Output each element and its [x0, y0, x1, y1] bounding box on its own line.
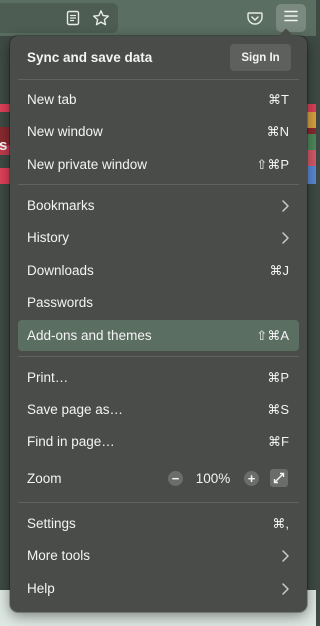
menu-item-label: Bookmarks — [27, 198, 95, 213]
fullscreen-icon — [273, 472, 285, 484]
menu-item-shortcut: ⌘T — [268, 92, 289, 107]
menu-item-label: New private window — [27, 157, 148, 172]
pocket-icon[interactable] — [246, 9, 264, 27]
hamburger-menu-button[interactable] — [276, 4, 306, 32]
page-edge-text: s — [0, 137, 8, 154]
separator — [18, 502, 299, 503]
menu-item-new-window[interactable]: New window ⌘N — [18, 116, 299, 147]
fullscreen-button[interactable] — [270, 469, 288, 487]
menu-item-label: Print… — [27, 370, 69, 385]
sync-header: Sync and save data Sign In — [10, 36, 307, 80]
chevron-right-icon — [279, 199, 291, 213]
zoom-label: Zoom — [27, 471, 62, 486]
menu-item-new-tab[interactable]: New tab ⌘T — [18, 84, 299, 115]
menu-item-label: Find in page… — [27, 434, 115, 449]
menu-item-shortcut: ⌘J — [269, 263, 290, 278]
menu-item-shortcut: ⌘P — [267, 370, 289, 385]
chevron-right-icon — [279, 231, 291, 245]
separator — [18, 184, 299, 185]
menu-item-history[interactable]: History — [18, 222, 299, 253]
menu-item-more-tools[interactable]: More tools — [18, 540, 299, 571]
zoom-in-button[interactable]: + — [244, 471, 259, 486]
menu-item-shortcut: ⌘, — [272, 516, 289, 531]
separator — [18, 79, 299, 80]
browser-toolbar — [0, 0, 316, 36]
zoom-row: Zoom − 100% + — [18, 463, 299, 494]
menu-item-label: Downloads — [27, 263, 94, 278]
menu-item-shortcut: ⇧⌘P — [256, 157, 289, 172]
zoom-level-button[interactable]: 100% — [191, 471, 235, 486]
menu-item-save-page-as[interactable]: Save page as… ⌘S — [18, 394, 299, 425]
sign-in-button[interactable]: Sign In — [230, 44, 291, 71]
menu-item-addons-and-themes[interactable]: Add-ons and themes ⇧⌘A — [18, 320, 299, 351]
menu-item-shortcut: ⌘S — [267, 402, 289, 417]
menu-item-label: New tab — [27, 92, 77, 107]
menu-item-help[interactable]: Help — [18, 573, 299, 604]
zoom-out-button[interactable]: − — [168, 471, 183, 486]
menu-item-bookmarks[interactable]: Bookmarks — [18, 190, 299, 221]
menu-item-label: Help — [27, 581, 55, 596]
menu-item-downloads[interactable]: Downloads ⌘J — [18, 255, 299, 286]
menu-item-label: Save page as… — [27, 402, 124, 417]
menu-item-passwords[interactable]: Passwords — [18, 287, 299, 318]
menu-item-shortcut: ⌘N — [266, 124, 289, 139]
menu-item-label: Passwords — [27, 295, 94, 310]
hamburger-menu-icon — [284, 9, 298, 27]
chevron-right-icon — [279, 582, 291, 596]
menu-item-label: Settings — [27, 516, 76, 531]
menu-item-shortcut: ⇧⌘A — [256, 328, 289, 343]
app-menu-panel: Sync and save data Sign In New tab ⌘T Ne… — [10, 28, 307, 612]
menu-item-label: Add-ons and themes — [27, 328, 152, 343]
menu-item-print[interactable]: Print… ⌘P — [18, 362, 299, 393]
menu-item-settings[interactable]: Settings ⌘, — [18, 508, 299, 539]
menu-item-shortcut: ⌘F — [268, 434, 289, 449]
separator — [18, 356, 299, 357]
chevron-right-icon — [279, 549, 291, 563]
menu-item-label: New window — [27, 124, 103, 139]
menu-item-label: More tools — [27, 548, 91, 563]
menu-item-new-private-window[interactable]: New private window ⇧⌘P — [18, 149, 299, 180]
bookmark-star-icon[interactable] — [92, 9, 110, 27]
reader-view-icon[interactable] — [64, 9, 82, 27]
menu-item-label: History — [27, 230, 70, 245]
menu-item-find-in-page[interactable]: Find in page… ⌘F — [18, 426, 299, 457]
sync-title: Sync and save data — [27, 50, 153, 65]
